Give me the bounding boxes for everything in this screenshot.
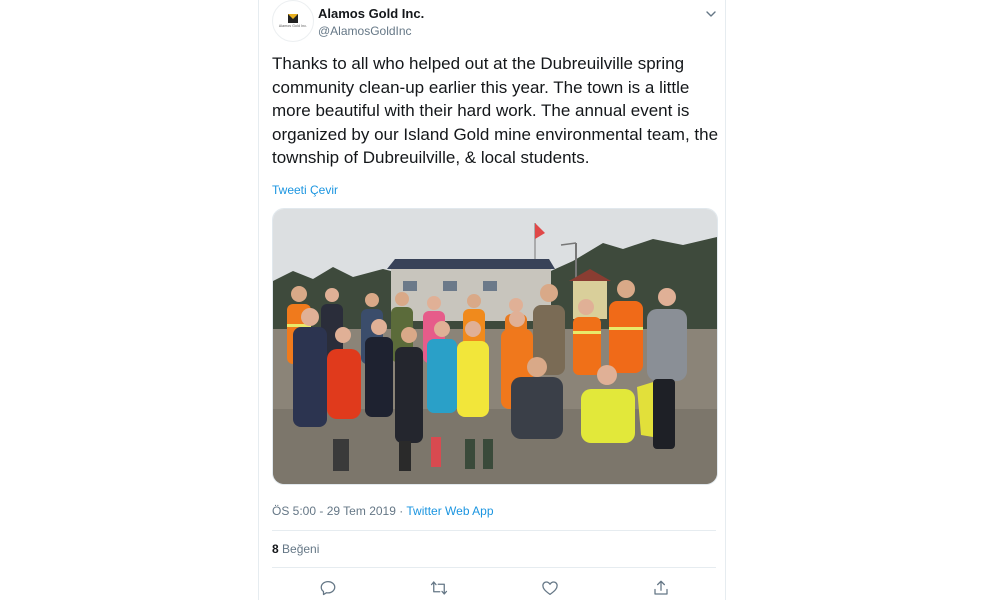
author-handle[interactable]: @AlamosGoldInc bbox=[318, 24, 412, 38]
alamos-logo-icon bbox=[288, 14, 298, 23]
retweet-icon[interactable] bbox=[428, 577, 450, 599]
avatar[interactable]: Alamos Gold Inc. bbox=[272, 0, 314, 42]
meta-separator-2: · bbox=[399, 504, 404, 518]
meta-separator-1: - bbox=[319, 504, 327, 518]
tweet-date[interactable]: 29 Tem 2019 bbox=[327, 504, 396, 518]
divider bbox=[272, 530, 716, 531]
translate-link[interactable]: Tweeti Çevir bbox=[272, 183, 338, 197]
author-name[interactable]: Alamos Gold Inc. bbox=[318, 6, 424, 21]
reply-icon[interactable] bbox=[317, 577, 339, 599]
tweet-meta: ÖS 5:00 - 29 Tem 2019 · Twitter Web App bbox=[272, 504, 494, 518]
divider bbox=[272, 567, 716, 568]
share-icon[interactable] bbox=[650, 577, 672, 599]
chevron-down-icon[interactable] bbox=[705, 7, 717, 19]
heart-icon[interactable] bbox=[539, 577, 561, 599]
tweet-text: Thanks to all who helped out at the Dubr… bbox=[272, 54, 719, 167]
tweet-photo[interactable] bbox=[272, 208, 718, 485]
tweet-source[interactable]: Twitter Web App bbox=[406, 504, 493, 518]
logo-text: Alamos Gold Inc. bbox=[278, 24, 308, 28]
likes-label: Beğeni bbox=[282, 542, 320, 556]
likes-number: 8 bbox=[272, 542, 279, 556]
likes-count[interactable]: 8 Beğeni bbox=[272, 542, 319, 556]
tweet-time[interactable]: ÖS 5:00 bbox=[272, 504, 316, 518]
